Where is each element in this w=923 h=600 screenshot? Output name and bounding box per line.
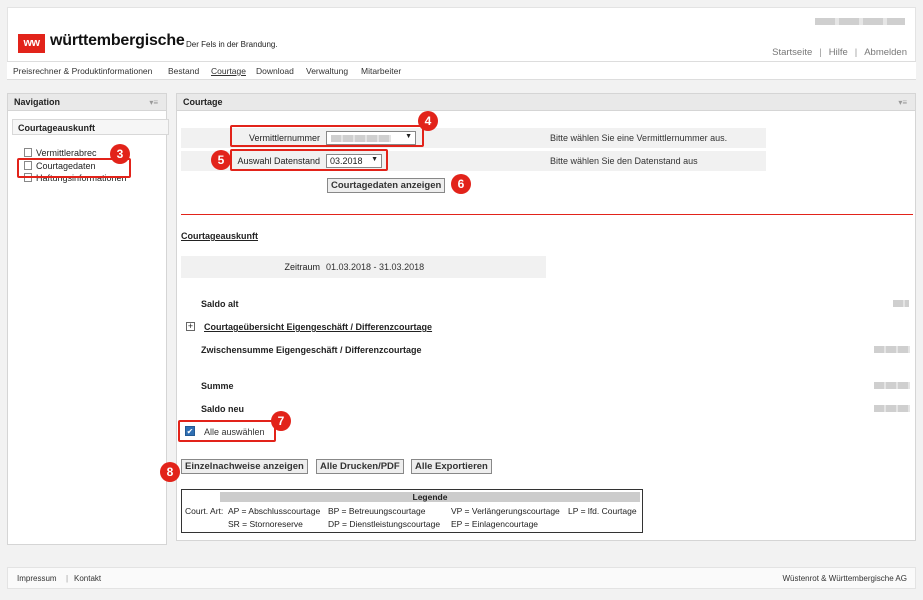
menu-preisrechner[interactable]: Preisrechner & Produktinformationen (13, 66, 152, 76)
legend-lp: LP = lfd. Courtage (568, 506, 637, 516)
highlight-datenstand (230, 149, 388, 171)
step-badge-5: 5 (211, 150, 231, 170)
legend-prefix: Court. Art: (185, 506, 224, 516)
highlight-alle-auswaehlen (178, 420, 276, 442)
hilfe-link[interactable]: Hilfe (829, 47, 848, 58)
top-links: Startseite | Hilfe | Abmelden (772, 47, 907, 58)
legende-box: Legende Court. Art: AP = Abschlusscourta… (181, 489, 643, 533)
step-badge-8: 8 (160, 462, 180, 482)
summe-value-redacted (874, 382, 910, 389)
zeitraum-value: 01.03.2018 - 31.03.2018 (326, 262, 425, 272)
saldo-neu-value-redacted (874, 405, 910, 412)
navigation-panel-header: Navigation ▾≡ (7, 93, 167, 111)
tree-item-vermittlerabrechnung[interactable]: Vermittlerabrec (24, 148, 100, 158)
abmelden-link[interactable]: Abmelden (864, 47, 907, 58)
zwischensumme-label: Zwischensumme Eigengeschäft / Differenzc… (201, 345, 422, 355)
menu-mitarbeiter[interactable]: Mitarbeiter (361, 66, 401, 76)
ww-logo[interactable]: ww (18, 34, 45, 53)
alle-drucken-pdf-button[interactable]: Alle Drucken/PDF (316, 459, 404, 474)
footer: Impressum | Kontakt Wüstenrot & Württemb… (7, 567, 916, 589)
kontakt-link[interactable]: Kontakt (74, 574, 101, 583)
legende-title: Legende (220, 492, 640, 502)
legend-bp: BP = Betreuungscourtage (328, 506, 426, 516)
menu-bestand[interactable]: Bestand (168, 66, 199, 76)
menu-verwaltung[interactable]: Verwaltung (306, 66, 348, 76)
impressum-link[interactable]: Impressum (17, 574, 57, 583)
separator: | (819, 47, 822, 58)
saldo-alt-label: Saldo alt (201, 299, 239, 309)
company-name: Wüstenrot & Württembergische AG (782, 574, 908, 583)
courtage-title: Courtage (183, 97, 223, 107)
main-menu: Preisrechner & Produktinformationen Best… (7, 61, 916, 80)
saldo-neu-label: Saldo neu (201, 404, 245, 414)
app-header: ww württembergische Der Fels in der Bran… (7, 7, 916, 61)
einzelnachweise-anzeigen-button[interactable]: Einzelnachweise anzeigen (181, 459, 308, 474)
datenstand-hint: Bitte wählen Sie den Datenstand aus (550, 156, 698, 166)
panel-menu-icon[interactable]: ▾≡ (149, 98, 158, 107)
brand-name: württembergische (50, 32, 185, 49)
zeitraum-label: Zeitraum (284, 262, 320, 272)
legend-vp: VP = Verlängerungscourtage (451, 506, 560, 516)
zwischensumme-value-redacted (874, 346, 910, 353)
courtageauskunft-heading: Courtageauskunft (181, 231, 259, 241)
user-info-redacted (815, 18, 905, 25)
courtageuebersicht-link[interactable]: Courtageübersicht Eigengeschäft / Differ… (204, 322, 432, 332)
legend-ap: AP = Abschlusscourtage (228, 506, 321, 516)
expand-icon[interactable]: + (186, 322, 195, 331)
tree-item-label: Vermittlerabrec (36, 148, 97, 158)
separator: | (66, 574, 69, 583)
summe-label: Summe (201, 381, 234, 391)
step-badge-6: 6 (451, 174, 471, 194)
divider (181, 214, 913, 215)
step-badge-7: 7 (271, 411, 291, 431)
document-icon (24, 148, 32, 157)
saldo-alt-value-redacted (893, 300, 909, 307)
nav-section-courtageauskunft[interactable]: Courtageauskunft (12, 119, 169, 135)
navigation-title: Navigation (14, 97, 61, 107)
separator: | (854, 47, 858, 58)
step-badge-4: 4 (418, 111, 438, 131)
vermittler-hint: Bitte wählen Sie eine Vermittlernummer a… (550, 133, 728, 143)
courtagedaten-anzeigen-button[interactable]: Courtagedaten anzeigen (327, 178, 446, 193)
alle-exportieren-button[interactable]: Alle Exportieren (411, 459, 492, 474)
step-badge-3: 3 (110, 144, 130, 164)
highlight-vermittler (230, 125, 424, 147)
startseite-link[interactable]: Startseite (772, 47, 812, 58)
menu-download[interactable]: Download (256, 66, 294, 76)
legend-dp: DP = Dienstleistungscourtage (328, 519, 441, 529)
menu-courtage[interactable]: Courtage (211, 66, 246, 76)
panel-menu-icon[interactable]: ▾≡ (898, 98, 907, 107)
slogan: Der Fels in der Brandung. (186, 40, 278, 49)
legend-ep: EP = Einlagencourtage (451, 519, 539, 529)
legend-sr: SR = Stornoreserve (228, 519, 303, 529)
courtage-panel-header: Courtage ▾≡ (176, 93, 916, 111)
